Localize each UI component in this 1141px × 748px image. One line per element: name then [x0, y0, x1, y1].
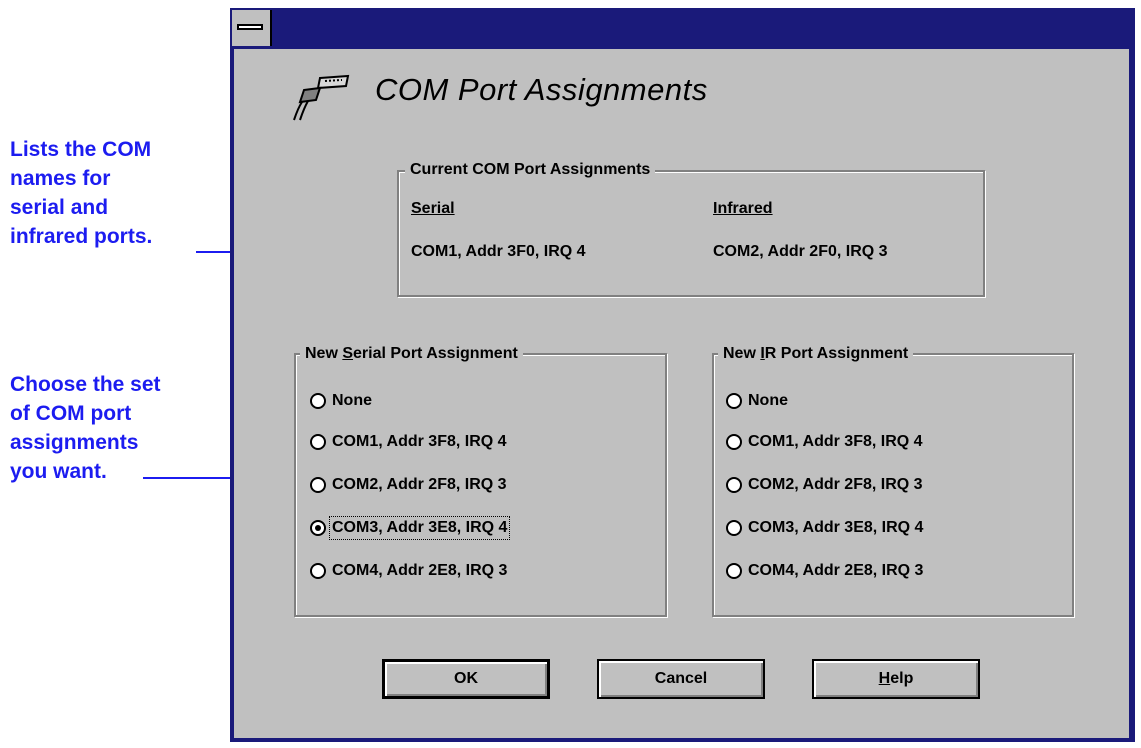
- current-assignments-group: [397, 170, 985, 297]
- radio-button[interactable]: [310, 393, 326, 409]
- radio-button[interactable]: [726, 393, 742, 409]
- radio-button[interactable]: [726, 477, 742, 493]
- ir-option-com2[interactable]: COM2, Addr 2F8, IRQ 3: [726, 476, 923, 494]
- radio-label: None: [332, 392, 372, 409]
- radio-label: COM3, Addr 3E8, IRQ 4: [328, 516, 511, 540]
- serial-option-com3[interactable]: COM3, Addr 3E8, IRQ 4: [310, 516, 511, 540]
- ir-option-com4[interactable]: COM4, Addr 2E8, IRQ 3: [726, 562, 923, 580]
- dialog-title: COM Port Assignments: [375, 72, 708, 107]
- annotation-current-ports: Lists the COM names for serial and infra…: [10, 135, 152, 251]
- radio-label: COM3, Addr 3E8, IRQ 4: [748, 519, 924, 536]
- radio-button[interactable]: [310, 563, 326, 579]
- serial-label-suffix: erial Port Assignment: [353, 345, 518, 362]
- annotation-line: infrared ports.: [10, 225, 153, 248]
- ir-assignment-label: New IR Port Assignment: [718, 344, 914, 364]
- serial-option-com4[interactable]: COM4, Addr 2E8, IRQ 3: [310, 562, 507, 580]
- radio-button[interactable]: [726, 434, 742, 450]
- radio-label: COM1, Addr 3F8, IRQ 4: [748, 433, 923, 450]
- serial-label-prefix: New: [305, 345, 343, 362]
- annotation-line: Choose the set: [10, 373, 161, 396]
- radio-button-selected[interactable]: [310, 520, 326, 536]
- current-infrared-value: COM2, Addr 2F0, IRQ 3: [713, 243, 888, 260]
- radio-label: COM2, Addr 2F8, IRQ 3: [332, 476, 507, 493]
- radio-label: COM1, Addr 3F8, IRQ 4: [332, 433, 507, 450]
- infrared-column-header: Infrared: [713, 200, 773, 217]
- help-accelerator: H: [878, 670, 891, 687]
- annotation-line: assignments: [10, 431, 139, 454]
- annotation-line: names for: [10, 167, 111, 190]
- serial-label-accelerator: S: [342, 345, 354, 362]
- ir-option-com3[interactable]: COM3, Addr 3E8, IRQ 4: [726, 519, 923, 537]
- radio-button[interactable]: [310, 434, 326, 450]
- serial-column-header: Serial: [411, 200, 455, 217]
- ir-label-prefix: New: [723, 345, 761, 362]
- ir-option-none[interactable]: None: [726, 392, 788, 410]
- cancel-button[interactable]: Cancel: [597, 659, 765, 699]
- ok-button[interactable]: OK: [382, 659, 550, 699]
- serial-assignment-label: New Serial Port Assignment: [300, 344, 523, 364]
- help-label-rest: elp: [890, 670, 914, 687]
- radio-label: COM4, Addr 2E8, IRQ 3: [332, 562, 508, 579]
- annotation-line: you want.: [10, 460, 107, 483]
- current-assignments-label: Current COM Port Assignments: [405, 160, 656, 180]
- annotation-choose-ports: Choose the set of COM port assignments y…: [10, 370, 161, 486]
- ir-option-com1[interactable]: COM1, Addr 3F8, IRQ 4: [726, 433, 923, 451]
- radio-button[interactable]: [726, 563, 742, 579]
- annotation-line: of COM port: [10, 402, 132, 425]
- serial-option-com2[interactable]: COM2, Addr 2F8, IRQ 3: [310, 476, 507, 494]
- radio-button[interactable]: [310, 477, 326, 493]
- serial-option-none[interactable]: None: [310, 392, 372, 410]
- system-menu-icon[interactable]: [232, 10, 272, 46]
- serial-cable-icon: [293, 74, 350, 121]
- radio-label: None: [748, 392, 788, 409]
- ir-label-suffix: R Port Assignment: [764, 345, 909, 362]
- current-serial-value: COM1, Addr 3F0, IRQ 4: [411, 243, 586, 260]
- annotation-line: Lists the COM: [10, 138, 152, 161]
- radio-button[interactable]: [726, 520, 742, 536]
- help-button[interactable]: Help: [812, 659, 980, 699]
- radio-label: COM2, Addr 2F8, IRQ 3: [748, 476, 923, 493]
- annotation-line: serial and: [10, 196, 109, 219]
- radio-label: COM4, Addr 2E8, IRQ 3: [748, 562, 924, 579]
- serial-option-com1[interactable]: COM1, Addr 3F8, IRQ 4: [310, 433, 507, 451]
